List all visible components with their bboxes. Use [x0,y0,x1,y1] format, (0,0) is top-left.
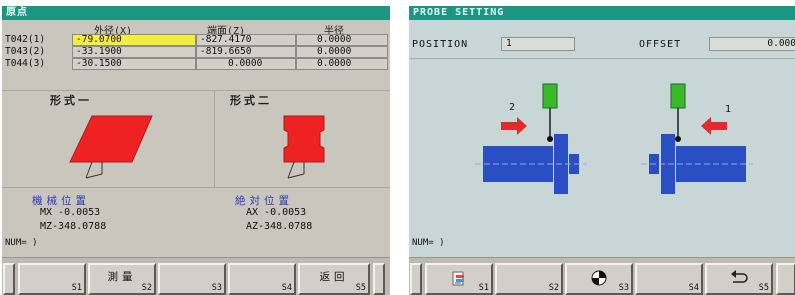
z-offset-value: 0.0000 [228,58,263,69]
form-two-tool-icon [283,115,325,179]
softkey-measure[interactable]: 測量 S2 [88,263,156,295]
softkey-number: S5 [758,283,769,293]
num-input-line[interactable]: NUM= ) [412,238,445,248]
x-offset-value: -30.1500 [76,58,122,69]
document-icon [452,271,464,286]
absolute-x-readout: AX -0.0053 [246,207,307,218]
softkey-number: S3 [618,283,629,293]
num-input-line[interactable]: NUM= ) [5,238,38,248]
softkey-s2[interactable]: S2 [495,263,563,295]
softkey-left-edge[interactable] [3,263,15,295]
softkey-s1[interactable]: S1 [18,263,86,295]
tool-number: T042(1) [5,34,46,45]
offset-label: OFFSET [639,39,682,50]
tool-number: T044(3) [5,58,46,69]
position-label: POSITION [412,39,469,50]
radius-value: 0.0000 [317,58,352,69]
softkey-number: S5 [355,283,366,293]
z-offset-value: -819.6650 [200,46,252,57]
softkey-s1[interactable]: S1 [425,263,493,295]
probe-label-one: 1 [725,104,732,115]
machine-z-readout: MZ-348.0788 [40,221,107,232]
softkey-right-edge[interactable] [373,263,385,295]
softkey-number: S2 [141,283,152,293]
softkey-label: 返回 [319,271,349,283]
softkey-label: 測量 [107,271,137,283]
return-arrow-icon [731,270,748,283]
probe-setting-panel: PROBE SETTING POSITION 1 OFFSET 0.000 2 [409,6,795,295]
softkey-left-edge[interactable] [410,263,422,295]
machine-position-title: 機械位置 [32,195,90,207]
softkey-s3[interactable]: S3 [158,263,226,295]
softkey-s4[interactable]: S4 [635,263,703,295]
absolute-position-title: 絶対位置 [235,195,293,207]
softkey-right-edge[interactable] [776,263,795,295]
softkey-s4[interactable]: S4 [228,263,296,295]
panel-title: 原点 [2,6,390,20]
tool-offset-panel: 原点 外径(X) 端面(Z) 半径 T042(1) -79.0700 -827.… [2,6,390,295]
softkey-number: S2 [548,283,559,293]
machine-x-readout: MX -0.0053 [40,207,101,218]
x-offset-value: -33.1900 [76,46,122,57]
absolute-z-readout: AZ-348.0788 [246,221,313,232]
softkey-bar: S1 測量 S2 S3 S4 返回 S5 [2,257,390,295]
tool-number: T043(2) [5,46,46,57]
probe-position-one [641,83,753,194]
table-row: T043(2) -33.1900 -819.6650 0.0000 [2,46,390,58]
offset-field[interactable]: 0.000 [709,37,795,51]
probe-label-two: 2 [509,102,516,113]
table-row: T042(1) -79.0700 -827.4170 0.0000 [2,34,390,46]
softkey-bar: S1 S2 S3 S4 S5 [409,257,795,295]
softkey-s3[interactable]: S3 [565,263,633,295]
softkey-return[interactable]: S5 [705,263,773,295]
z-offset-value: -827.4170 [200,34,252,45]
field-separator [409,58,795,59]
softkey-number: S3 [211,283,222,293]
table-row: T044(3) -30.1500 0.0000 0.0000 [2,58,390,70]
probe-diagram [475,83,753,194]
softkey-number: S4 [688,283,699,293]
softkey-number: S1 [71,283,82,293]
radius-value: 0.0000 [317,34,352,45]
target-icon [591,270,607,286]
form-one-tool-icon [69,115,153,179]
tool-form-diagrams [69,115,325,179]
panel-title: PROBE SETTING [409,6,795,20]
x-offset-value: -79.0700 [76,34,122,45]
probe-position-two [475,83,587,194]
position-field[interactable]: 1 [501,37,575,51]
radius-value: 0.0000 [317,46,352,57]
softkey-return[interactable]: 返回 S5 [298,263,370,295]
softkey-number: S1 [478,283,489,293]
softkey-number: S4 [281,283,292,293]
